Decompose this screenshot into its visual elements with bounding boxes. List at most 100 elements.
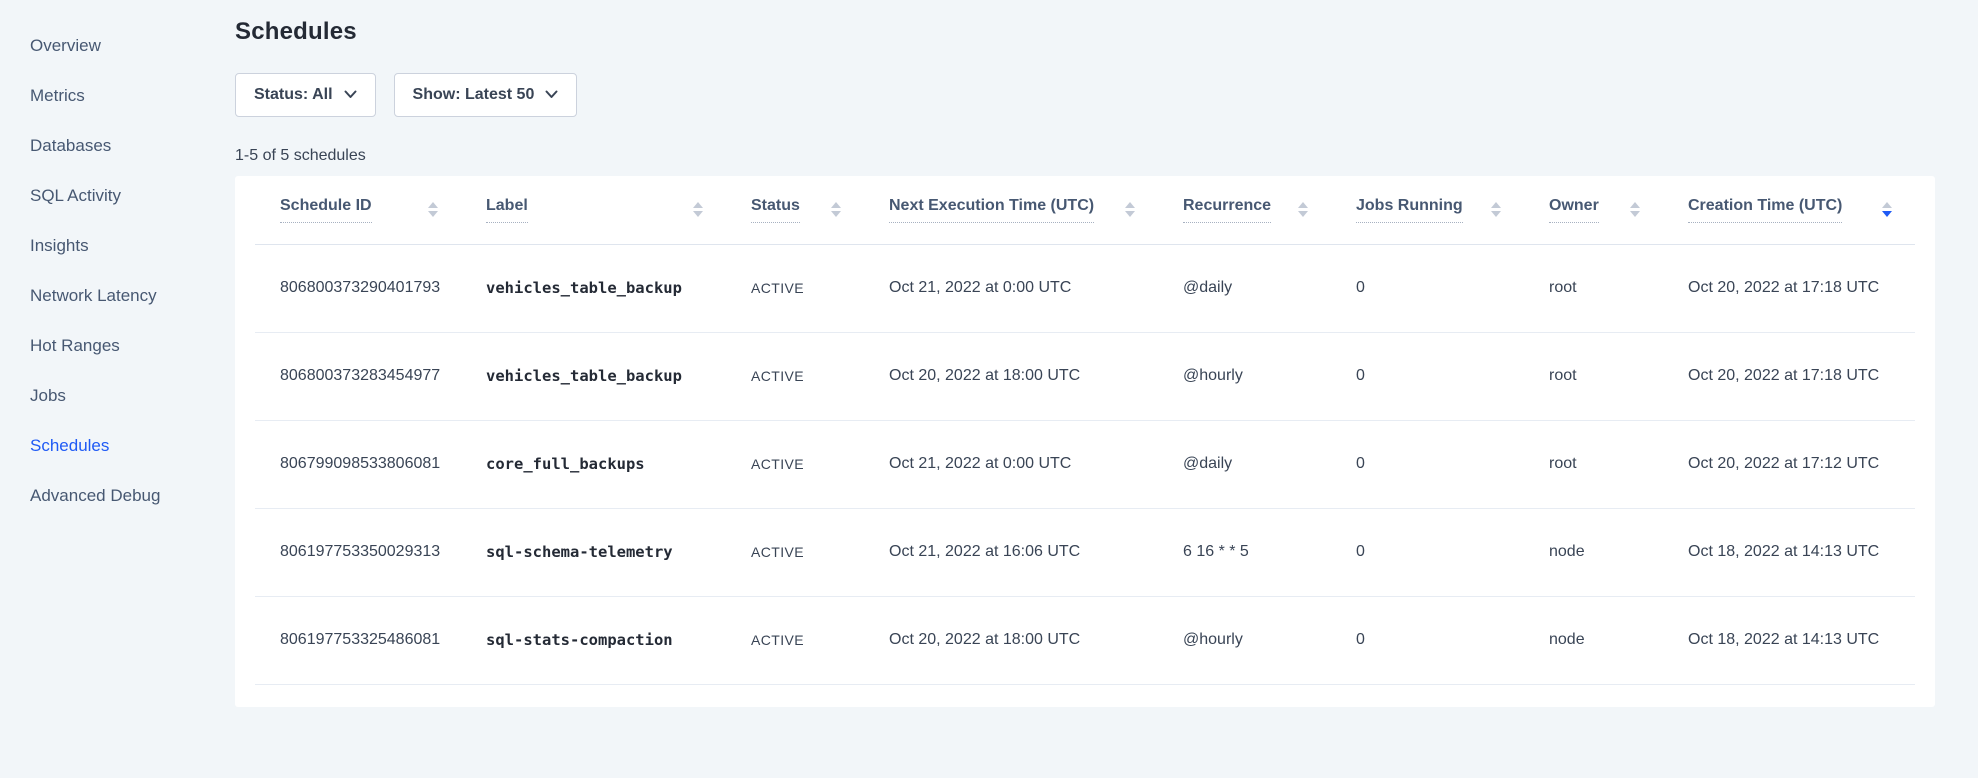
- sidebar-nav-list: Overview Metrics Databases SQL Activity …: [0, 21, 235, 521]
- sidebar: Overview Metrics Databases SQL Activity …: [0, 0, 235, 778]
- column-header-label: Next Execution Time (UTC): [889, 197, 1094, 223]
- sort-arrows-icon: [693, 202, 703, 217]
- sort-arrows-icon: [1630, 202, 1640, 217]
- sidebar-item-label: SQL Activity: [30, 186, 121, 206]
- column-header-creation_time[interactable]: Creation Time (UTC): [1687, 176, 1915, 244]
- cell-schedule-id: 806799098533806081: [255, 420, 485, 508]
- cell-recurrence: @daily: [1182, 244, 1355, 332]
- cell-recurrence: @hourly: [1182, 332, 1355, 420]
- results-count: 1-5 of 5 schedules: [235, 147, 1978, 165]
- sort-down-arrow: [1882, 211, 1892, 217]
- sort-up-arrow: [1630, 202, 1640, 208]
- show-filter-dropdown[interactable]: Show: Latest 50: [394, 73, 578, 117]
- sidebar-item-jobs[interactable]: Jobs: [0, 371, 235, 421]
- status-filter-dropdown[interactable]: Status: All: [235, 73, 376, 117]
- sidebar-item-insights[interactable]: Insights: [0, 221, 235, 271]
- sidebar-item-schedules[interactable]: Schedules: [0, 421, 235, 471]
- table-row: 806197753350029313 sql-schema-telemetry …: [255, 508, 1915, 596]
- sort-down-arrow: [1630, 211, 1640, 217]
- sort-up-arrow: [428, 202, 438, 208]
- sort-arrows-icon: [831, 202, 841, 217]
- cell-creation-time: Oct 18, 2022 at 14:13 UTC: [1687, 596, 1915, 684]
- cell-jobs-running: 0: [1355, 244, 1548, 332]
- column-header-owner[interactable]: Owner: [1548, 176, 1687, 244]
- sort-arrows-icon: [1125, 202, 1135, 217]
- table-row: 806799098533806081 core_full_backups ACT…: [255, 420, 1915, 508]
- cell-jobs-running: 0: [1355, 508, 1548, 596]
- cell-label: sql-schema-telemetry: [485, 508, 750, 596]
- table-header-row: Schedule ID Label Status Next Execution …: [255, 176, 1915, 244]
- cell-owner: root: [1548, 244, 1687, 332]
- sidebar-item-label: Databases: [30, 136, 111, 156]
- table-row: 806197753325486081 sql-stats-compaction …: [255, 596, 1915, 684]
- sidebar-item-label: Schedules: [30, 436, 109, 456]
- cell-status: ACTIVE: [750, 332, 888, 420]
- sidebar-item-metrics[interactable]: Metrics: [0, 71, 235, 121]
- cell-jobs-running: 0: [1355, 420, 1548, 508]
- sidebar-item-label: Overview: [30, 36, 101, 56]
- column-header-status[interactable]: Status: [750, 176, 888, 244]
- sidebar-item-hot-ranges[interactable]: Hot Ranges: [0, 321, 235, 371]
- cell-creation-time: Oct 20, 2022 at 17:18 UTC: [1687, 244, 1915, 332]
- cell-status: ACTIVE: [750, 244, 888, 332]
- cell-jobs-running: 0: [1355, 332, 1548, 420]
- cell-jobs-running: 0: [1355, 596, 1548, 684]
- column-header-next_execution[interactable]: Next Execution Time (UTC): [888, 176, 1182, 244]
- page-title: Schedules: [235, 16, 1978, 48]
- table-row: 806800373283454977 vehicles_table_backup…: [255, 332, 1915, 420]
- cell-recurrence: @daily: [1182, 420, 1355, 508]
- sidebar-item-databases[interactable]: Databases: [0, 121, 235, 171]
- sidebar-item-label: Jobs: [30, 386, 66, 406]
- schedules-page: Overview Metrics Databases SQL Activity …: [0, 0, 1978, 778]
- cell-schedule-id: 806800373290401793: [255, 244, 485, 332]
- main-content: Schedules Status: All Show: Latest 50 1-…: [235, 0, 1978, 778]
- sidebar-item-label: Metrics: [30, 86, 85, 106]
- schedules-table-card: Schedule ID Label Status Next Execution …: [235, 176, 1935, 707]
- column-header-jobs_running[interactable]: Jobs Running: [1355, 176, 1548, 244]
- schedules-table: Schedule ID Label Status Next Execution …: [255, 176, 1915, 685]
- sort-down-arrow: [693, 211, 703, 217]
- chevron-down-icon: [344, 86, 357, 104]
- cell-label: core_full_backups: [485, 420, 750, 508]
- sidebar-item-label: Advanced Debug: [30, 486, 160, 506]
- column-header-label: Schedule ID: [280, 197, 372, 223]
- cell-status: ACTIVE: [750, 508, 888, 596]
- sort-arrows-icon: [1298, 202, 1308, 217]
- cell-schedule-id: 806800373283454977: [255, 332, 485, 420]
- column-header-label[interactable]: Label: [485, 176, 750, 244]
- sort-arrows-icon: [1491, 202, 1501, 217]
- cell-recurrence: @hourly: [1182, 596, 1355, 684]
- cell-next-execution-time: Oct 20, 2022 at 18:00 UTC: [888, 332, 1182, 420]
- sidebar-item-label: Hot Ranges: [30, 336, 120, 356]
- sidebar-item-sql-activity[interactable]: SQL Activity: [0, 171, 235, 221]
- sidebar-item-overview[interactable]: Overview: [0, 21, 235, 71]
- table-row: 806800373290401793 vehicles_table_backup…: [255, 244, 1915, 332]
- chevron-down-icon: [545, 86, 558, 104]
- column-header-recurrence[interactable]: Recurrence: [1182, 176, 1355, 244]
- sidebar-item-network-latency[interactable]: Network Latency: [0, 271, 235, 321]
- sort-arrows-icon: [1882, 202, 1892, 217]
- column-header-id[interactable]: Schedule ID: [255, 176, 485, 244]
- sort-up-arrow: [1882, 202, 1892, 208]
- column-header-label: Label: [486, 197, 528, 223]
- sort-down-arrow: [428, 211, 438, 217]
- filter-bar: Status: All Show: Latest 50: [235, 73, 1978, 117]
- cell-status: ACTIVE: [750, 420, 888, 508]
- sort-up-arrow: [1491, 202, 1501, 208]
- cell-creation-time: Oct 18, 2022 at 14:13 UTC: [1687, 508, 1915, 596]
- sort-arrows-icon: [428, 202, 438, 217]
- cell-schedule-id: 806197753350029313: [255, 508, 485, 596]
- column-header-label: Owner: [1549, 197, 1599, 223]
- column-header-label: Status: [751, 197, 800, 223]
- cell-owner: root: [1548, 420, 1687, 508]
- cell-owner: node: [1548, 596, 1687, 684]
- sidebar-item-label: Network Latency: [30, 286, 157, 306]
- status-filter-label: Status: All: [254, 86, 333, 104]
- sidebar-item-advanced-debug[interactable]: Advanced Debug: [0, 471, 235, 521]
- sort-up-arrow: [831, 202, 841, 208]
- sort-down-arrow: [1491, 211, 1501, 217]
- cell-next-execution-time: Oct 20, 2022 at 18:00 UTC: [888, 596, 1182, 684]
- cell-label: vehicles_table_backup: [485, 332, 750, 420]
- cell-creation-time: Oct 20, 2022 at 17:18 UTC: [1687, 332, 1915, 420]
- sidebar-item-label: Insights: [30, 236, 89, 256]
